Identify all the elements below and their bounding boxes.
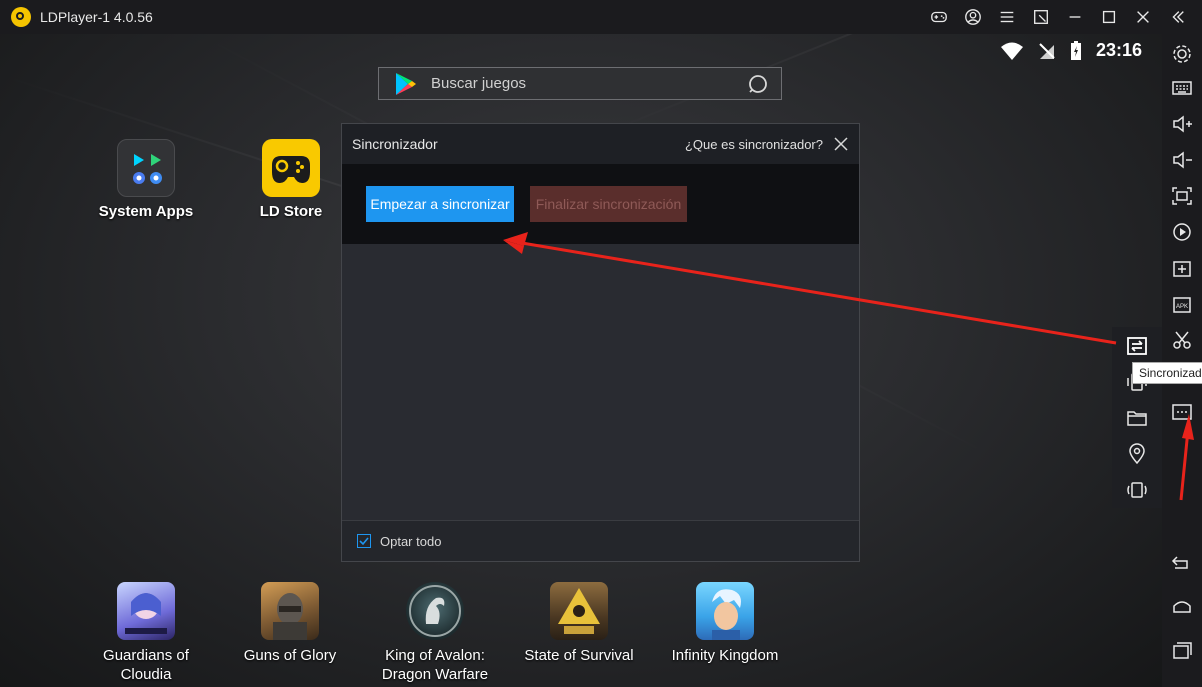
volume-down-icon[interactable] [1171, 149, 1193, 171]
volume-up-icon[interactable] [1171, 113, 1193, 135]
checkmark-icon [359, 537, 369, 546]
select-all-checkbox[interactable] [357, 534, 371, 548]
dialog-close-icon[interactable] [833, 136, 849, 152]
window-title: LDPlayer-1 4.0.56 [40, 9, 153, 25]
battery-icon [1070, 40, 1081, 60]
settings-icon[interactable] [1171, 43, 1193, 65]
game-label-line2: Cloudia [120, 666, 172, 683]
account-icon[interactable] [962, 6, 984, 28]
minimize-icon[interactable] [1064, 6, 1086, 28]
desktop-app-system-apps[interactable]: System Apps [91, 139, 201, 220]
system-apps-icon [117, 139, 175, 197]
recents-icon[interactable] [1171, 639, 1193, 661]
clock: 23:16 [1095, 40, 1142, 60]
scissors-icon[interactable] [1171, 329, 1193, 351]
game-label-line1: State of Survival [524, 647, 634, 664]
dialog-title: Sincronizador [352, 136, 438, 152]
ld-store-icon [262, 139, 320, 197]
no-signal-icon [1039, 42, 1055, 59]
sync-tooltip: Sincronizador [1132, 362, 1202, 384]
window-controls [928, 0, 1188, 34]
close-icon[interactable] [1132, 6, 1154, 28]
help-link[interactable]: ¿Que es sincronizador? [685, 137, 823, 152]
android-screen: 23:16 Buscar juegos System Apps LD Store… [0, 34, 1162, 687]
app-label: LD Store [259, 203, 323, 220]
game-label-line1: Guns of Glory [243, 647, 337, 664]
game-state-of-survival[interactable]: State of Survival [509, 582, 649, 665]
game-icon [261, 582, 319, 640]
location-icon[interactable] [1125, 442, 1149, 466]
folder-icon[interactable] [1125, 406, 1149, 430]
maximize-icon[interactable] [1098, 6, 1120, 28]
game-infinity-kingdom[interactable]: Infinity Kingdom [655, 582, 795, 665]
game-label-line1: Infinity Kingdom [671, 647, 779, 664]
gamepad-icon[interactable] [928, 6, 950, 28]
menu-icon[interactable] [996, 6, 1018, 28]
game-label-line2: Dragon Warfare [381, 666, 489, 683]
more-icon[interactable] [1171, 401, 1193, 423]
game-label-line1: King of Avalon: [385, 647, 485, 664]
screenshot-icon[interactable] [1171, 185, 1193, 207]
search-placeholder: Buscar juegos [431, 75, 527, 92]
right-toolbar: APK [1162, 34, 1202, 687]
dialog-footer: Optar todo [342, 520, 859, 561]
search-bar[interactable]: Buscar juegos [378, 67, 782, 100]
keyboard-icon[interactable] [1171, 77, 1193, 99]
app-label: System Apps [98, 203, 194, 220]
ldplayer-logo-icon [11, 7, 31, 27]
search-icon[interactable] [747, 73, 769, 95]
title-bar: LDPlayer-1 4.0.56 [0, 0, 1202, 34]
back-icon[interactable] [1171, 551, 1193, 573]
more-tools-flyout [1112, 327, 1162, 508]
svg-text:APK: APK [1176, 304, 1188, 310]
desktop-app-ld-store[interactable]: LD Store [236, 139, 346, 220]
dialog-header: Sincronizador ¿Que es sincronizador? [342, 124, 859, 164]
stop-sync-button[interactable]: Finalizar sincronización [530, 186, 687, 222]
instance-list [342, 244, 859, 520]
home-icon[interactable] [1171, 595, 1193, 617]
play-store-icon [396, 72, 416, 95]
game-king-of-avalon[interactable]: King of Avalon: Dragon Warfare [365, 582, 505, 684]
game-guardians-of-cloudia[interactable]: Guardians of Cloudia [76, 582, 216, 684]
select-all-label: Optar todo [380, 533, 442, 549]
record-icon[interactable] [1171, 221, 1193, 243]
synchronizer-dialog: Sincronizador ¿Que es sincronizador? Emp… [341, 123, 860, 562]
collapse-icon[interactable] [1166, 6, 1188, 28]
game-icon [550, 582, 608, 640]
game-icon [117, 582, 175, 640]
wifi-icon [1000, 42, 1023, 60]
add-app-icon[interactable] [1171, 257, 1193, 279]
game-icon [696, 582, 754, 640]
dialog-actions: Empezar a sincronizar Finalizar sincroni… [342, 164, 859, 244]
status-bar: 23:16 [1000, 40, 1142, 61]
rotate-icon[interactable] [1125, 478, 1149, 502]
game-guns-of-glory[interactable]: Guns of Glory [220, 582, 360, 665]
game-icon [406, 582, 464, 640]
start-sync-button[interactable]: Empezar a sincronizar [366, 186, 514, 222]
apk-icon[interactable]: APK [1171, 293, 1193, 315]
game-label-line1: Guardians of [103, 647, 189, 664]
sync-icon[interactable] [1125, 334, 1149, 358]
shrink-icon[interactable] [1030, 6, 1052, 28]
